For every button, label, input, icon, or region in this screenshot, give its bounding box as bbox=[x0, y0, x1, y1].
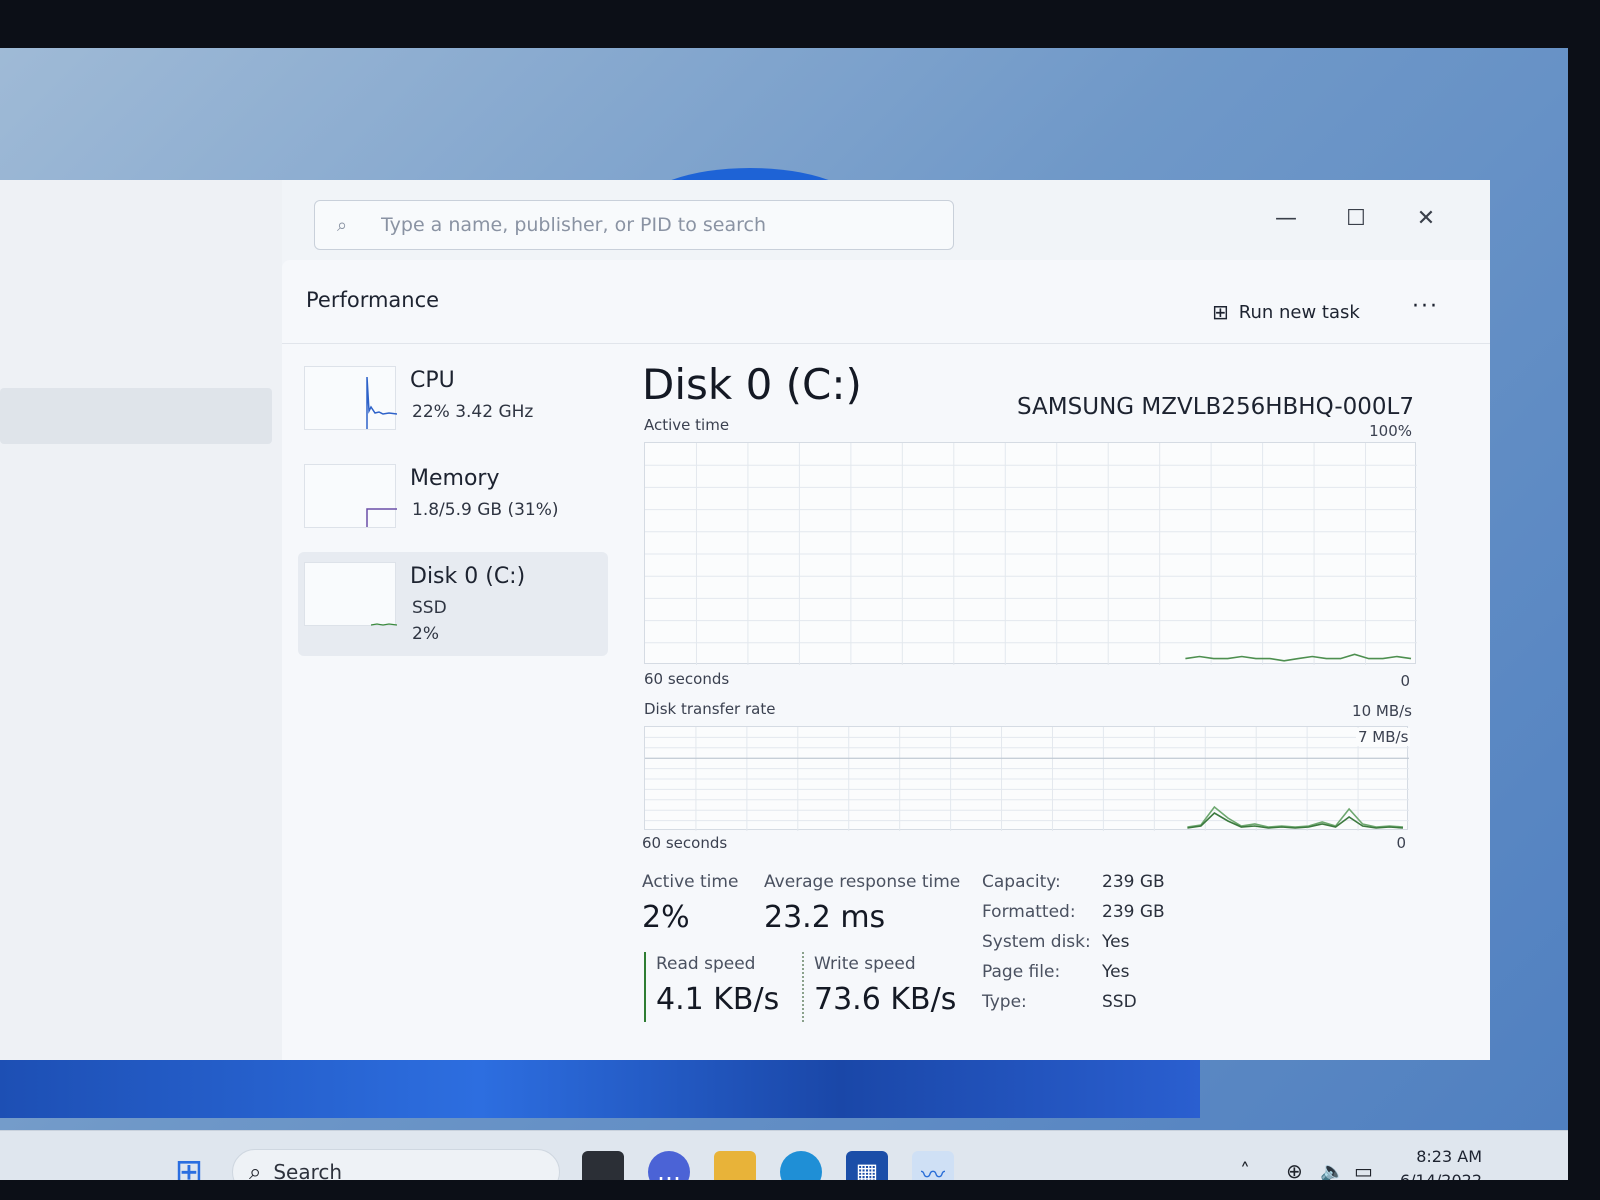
avg-response-value: 23.2 ms bbox=[764, 900, 886, 935]
cpu-thumbnail bbox=[304, 366, 397, 430]
chart-mid-label: 7 MB/s bbox=[1356, 728, 1411, 746]
property-value: SSD bbox=[1102, 992, 1137, 1012]
property-value: Yes bbox=[1102, 962, 1130, 982]
memory-thumbnail bbox=[304, 464, 397, 528]
property-key: System disk: bbox=[982, 932, 1091, 952]
show-hidden-icons-chevron-icon[interactable]: ˄ bbox=[1240, 1159, 1250, 1180]
store-icon[interactable]: ▦ bbox=[846, 1151, 888, 1180]
screen: ⌕ — ☐ ✕ Performance ⊞ Run new task ··· bbox=[0, 48, 1568, 1180]
device-stat: 2% bbox=[412, 624, 439, 644]
run-new-task-button[interactable]: ⊞ Run new task bbox=[1212, 294, 1360, 330]
read-speed-indicator bbox=[644, 952, 646, 1022]
page-header: Performance ⊞ Run new task ··· bbox=[282, 260, 1490, 344]
minimize-button[interactable]: — bbox=[1258, 198, 1314, 238]
disk-thumbnail bbox=[304, 562, 397, 626]
chart-max-label: 100% bbox=[1369, 422, 1412, 440]
search-icon: ⌕ bbox=[249, 1159, 262, 1181]
performance-page: Performance ⊞ Run new task ··· CPU 22% 3… bbox=[282, 260, 1490, 1060]
active-time-value: 2% bbox=[642, 900, 690, 935]
search-input[interactable] bbox=[381, 214, 941, 236]
run-task-icon: ⊞ bbox=[1212, 300, 1229, 324]
avg-response-label: Average response time bbox=[764, 872, 961, 892]
task-manager-icon[interactable]: 〰 bbox=[912, 1151, 954, 1180]
search-icon: ⌕ bbox=[337, 214, 348, 236]
read-speed-label: Read speed bbox=[656, 954, 756, 974]
search-box[interactable]: ⌕ bbox=[314, 200, 954, 250]
device-name: Memory bbox=[410, 466, 500, 491]
windows-start-icon[interactable]: ⊞ bbox=[168, 1151, 210, 1180]
property-key: Type: bbox=[982, 992, 1027, 1012]
device-item-memory[interactable]: Memory 1.8/5.9 GB (31%) bbox=[298, 454, 608, 548]
device-stat: 1.8/5.9 GB (31%) bbox=[412, 500, 559, 520]
nav-sidebar bbox=[0, 180, 282, 1060]
title-bar: ⌕ — ☐ ✕ bbox=[282, 180, 1490, 260]
network-globe-icon[interactable]: ⊕ bbox=[1286, 1159, 1303, 1180]
chart-max-label: 10 MB/s bbox=[1352, 702, 1412, 720]
chat-icon[interactable]: … bbox=[648, 1151, 690, 1180]
chart-time-label: 60 seconds bbox=[642, 834, 728, 852]
chart-min-label: 0 bbox=[1396, 834, 1406, 852]
property-value: Yes bbox=[1102, 932, 1130, 952]
active-time-label: Active time bbox=[642, 872, 739, 892]
disk-model: SAMSUNG MZVLB256HBHQ-000L7 bbox=[1017, 394, 1414, 420]
clock-time: 8:23 AM bbox=[1416, 1147, 1482, 1166]
device-name: Disk 0 (C:) bbox=[410, 564, 526, 589]
write-speed-label: Write speed bbox=[814, 954, 916, 974]
task-view-icon[interactable] bbox=[582, 1151, 624, 1180]
disk-detail-panel: Disk 0 (C:) SAMSUNG MZVLB256HBHQ-000L7 A… bbox=[642, 350, 1462, 1050]
taskbar-search[interactable]: ⌕ Search bbox=[232, 1149, 560, 1180]
clock[interactable]: 8:23 AM 6/14/2022 bbox=[1392, 1145, 1482, 1180]
device-type: SSD bbox=[412, 598, 447, 618]
battery-icon[interactable]: ▭ bbox=[1354, 1159, 1373, 1180]
close-button[interactable]: ✕ bbox=[1398, 198, 1454, 238]
device-name: CPU bbox=[410, 368, 455, 393]
monitor-bezel bbox=[0, 1180, 1600, 1200]
page-title: Performance bbox=[306, 288, 440, 312]
run-task-label: Run new task bbox=[1238, 301, 1360, 323]
disk-title: Disk 0 (C:) bbox=[642, 360, 862, 409]
device-list: CPU 22% 3.42 GHz Memory 1.8/5.9 GB (31%)… bbox=[298, 356, 608, 660]
device-stat: 22% 3.42 GHz bbox=[412, 402, 534, 422]
device-item-cpu[interactable]: CPU 22% 3.42 GHz bbox=[298, 356, 608, 450]
active-time-series-line bbox=[1185, 653, 1412, 662]
monitor-bezel bbox=[1568, 0, 1600, 1200]
property-key: Formatted: bbox=[982, 902, 1076, 922]
property-key: Page file: bbox=[982, 962, 1061, 982]
more-options-button[interactable]: ··· bbox=[1412, 294, 1439, 319]
clock-date: 6/14/2022 bbox=[1392, 1169, 1482, 1180]
maximize-button[interactable]: ☐ bbox=[1328, 198, 1384, 238]
write-speed-value: 73.6 KB/s bbox=[814, 982, 957, 1017]
write-speed-indicator bbox=[802, 952, 804, 1022]
chart-min-label: 0 bbox=[1400, 672, 1410, 690]
sidebar-item-selected[interactable] bbox=[0, 388, 272, 444]
edge-icon[interactable] bbox=[780, 1151, 822, 1180]
property-value: 239 GB bbox=[1102, 902, 1165, 922]
property-value: 239 GB bbox=[1102, 872, 1165, 892]
chart-label: Disk transfer rate bbox=[644, 700, 776, 718]
disk-transfer-chart bbox=[644, 726, 1409, 831]
taskbar-search-label: Search bbox=[273, 1160, 343, 1180]
device-item-disk[interactable]: Disk 0 (C:) SSD 2% bbox=[298, 552, 608, 656]
task-manager-window: ⌕ — ☐ ✕ Performance ⊞ Run new task ··· bbox=[0, 180, 1490, 1060]
chart-label: Active time bbox=[644, 416, 730, 434]
property-key: Capacity: bbox=[982, 872, 1061, 892]
chart-time-label: 60 seconds bbox=[644, 670, 730, 688]
active-time-chart bbox=[644, 442, 1417, 665]
file-explorer-icon[interactable] bbox=[714, 1151, 756, 1180]
volume-icon[interactable]: 🔈 bbox=[1320, 1159, 1345, 1180]
taskbar: ⊞ ⌕ Search … ▦ 〰 ˄ ⊕ 🔈 ▭ 8:23 AM 6/14/20… bbox=[0, 1130, 1568, 1180]
read-speed-value: 4.1 KB/s bbox=[656, 982, 780, 1017]
